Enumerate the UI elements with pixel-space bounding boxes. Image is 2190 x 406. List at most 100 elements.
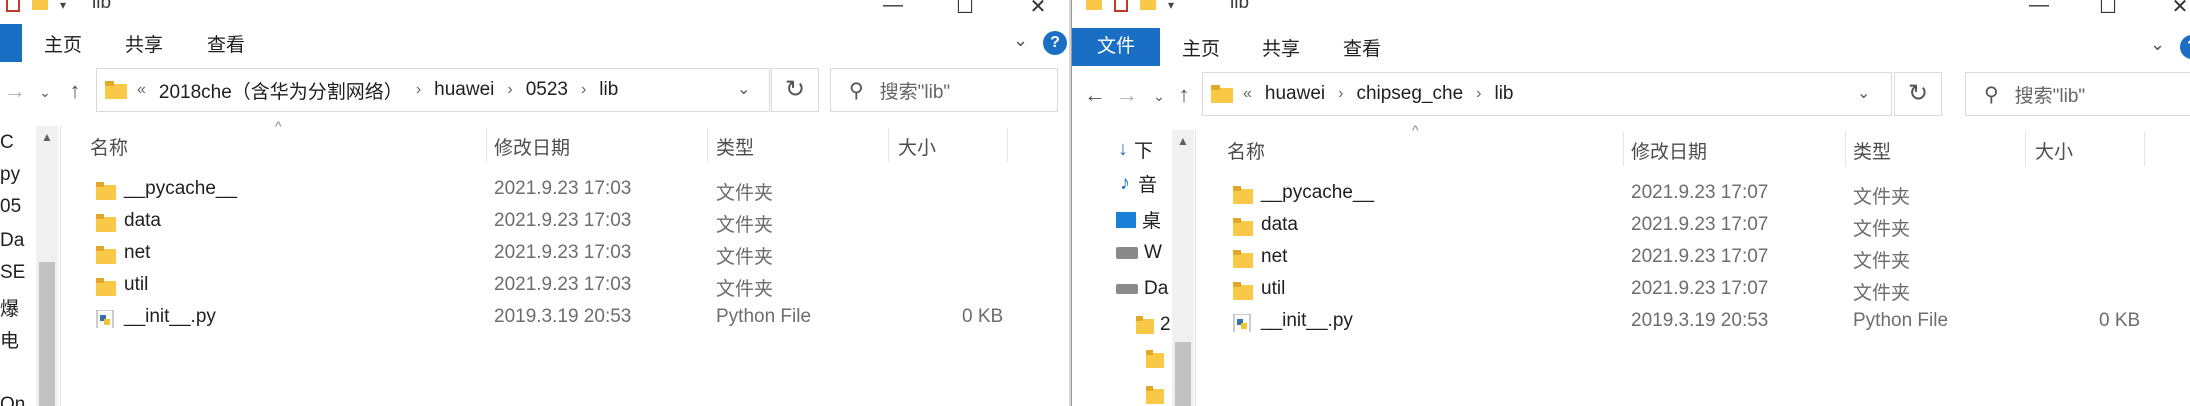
address-bar[interactable]: « huawei › chipseg_che › lib ⌄	[1202, 72, 1892, 116]
tab-share[interactable]: 共享	[125, 30, 163, 57]
column-separator[interactable]	[1623, 132, 1624, 166]
file-row[interactable]: net 2021.9.23 17:07 文件夹	[1197, 242, 2190, 274]
column-separator[interactable]	[888, 128, 889, 162]
breadcrumb-item[interactable]: huawei	[1265, 83, 1325, 105]
nav-item-music[interactable]: ♪ 音	[1120, 170, 1157, 197]
close-button[interactable]: ✕	[2165, 0, 2190, 19]
nav-item[interactable]: 爆	[0, 294, 19, 321]
maximize-button[interactable]: ☐	[2093, 0, 2123, 19]
nav-item[interactable]: On	[0, 394, 25, 406]
column-header-name[interactable]: 名称	[90, 133, 128, 160]
refresh-button[interactable]: ↻	[771, 68, 819, 112]
back-button[interactable]: ←	[1080, 82, 1110, 108]
nav-item[interactable]: C	[0, 132, 14, 154]
nav-item[interactable]: SE	[0, 262, 25, 284]
scrollbar-thumb[interactable]	[39, 262, 55, 406]
checkbox-icon[interactable]	[1114, 0, 1128, 12]
breadcrumb-separator-icon[interactable]: ›	[1476, 85, 1481, 103]
breadcrumb-separator-icon[interactable]: ›	[416, 81, 421, 99]
file-row[interactable]: util 2021.9.23 17:07 文件夹	[1197, 274, 2190, 306]
scrollbar-thumb[interactable]	[1175, 342, 1191, 406]
address-dropdown-icon[interactable]: ⌄	[737, 79, 750, 99]
nav-item-folder[interactable]	[1146, 350, 1164, 368]
column-separator[interactable]	[2144, 132, 2145, 166]
file-type: Python File	[1853, 310, 1949, 331]
refresh-button[interactable]: ↻	[1894, 72, 1942, 116]
column-header-date[interactable]: 修改日期	[494, 133, 570, 160]
recent-locations-icon[interactable]: ⌄	[30, 84, 60, 101]
quick-access-dropdown-icon[interactable]: ▾	[1168, 0, 1174, 12]
maximize-button[interactable]: ☐	[950, 0, 980, 19]
nav-scrollbar[interactable]: ▲	[36, 126, 58, 406]
column-header-size[interactable]: 大小	[898, 133, 936, 160]
breadcrumb-separator-icon[interactable]: ›	[581, 81, 586, 99]
breadcrumb-separator-icon[interactable]: ›	[507, 81, 512, 99]
file-row[interactable]: __init__.py 2019.3.19 20:53 Python File …	[62, 302, 1069, 334]
column-separator[interactable]	[707, 128, 708, 162]
ribbon-expand-icon[interactable]: ⌄	[2150, 34, 2165, 55]
forward-button[interactable]: →	[0, 78, 30, 104]
nav-item-folder[interactable]	[1146, 386, 1164, 404]
tab-home[interactable]: 主页	[1182, 34, 1220, 61]
tab-file[interactable]	[0, 24, 22, 62]
file-row[interactable]: __pycache__ 2021.9.23 17:07 文件夹	[1197, 178, 2190, 210]
breadcrumb-item[interactable]: huawei	[434, 79, 494, 101]
help-icon[interactable]: ?	[2180, 35, 2190, 59]
column-separator[interactable]	[2025, 132, 2026, 166]
nav-item-folder[interactable]: 2	[1136, 314, 1171, 336]
breadcrumb-item[interactable]: 2018che（含华为分割网络）	[159, 77, 403, 104]
breadcrumb-overflow[interactable]: «	[137, 81, 146, 99]
breadcrumb-overflow[interactable]: «	[1243, 85, 1252, 103]
column-separator[interactable]	[1007, 128, 1008, 162]
nav-scrollbar[interactable]: ▲	[1172, 130, 1194, 406]
file-row[interactable]: data 2021.9.23 17:03 文件夹	[62, 206, 1069, 238]
column-separator[interactable]	[1845, 132, 1846, 166]
up-button[interactable]: ↑	[60, 78, 90, 104]
file-row[interactable]: __pycache__ 2021.9.23 17:03 文件夹	[62, 174, 1069, 206]
column-header-name[interactable]: 名称	[1227, 137, 1265, 164]
quick-access-dropdown-icon[interactable]: ▾	[60, 0, 66, 12]
nav-item-downloads[interactable]: ↓ 下	[1118, 136, 1153, 163]
nav-item-drive-w[interactable]: W	[1116, 242, 1162, 264]
scroll-up-icon[interactable]: ▲	[36, 130, 58, 144]
column-header-type[interactable]: 类型	[716, 133, 754, 160]
tab-share[interactable]: 共享	[1262, 34, 1300, 61]
file-row[interactable]: util 2021.9.23 17:03 文件夹	[62, 270, 1069, 302]
column-header-type[interactable]: 类型	[1853, 137, 1891, 164]
address-dropdown-icon[interactable]: ⌄	[1857, 83, 1870, 103]
minimize-button[interactable]: —	[878, 0, 908, 17]
minimize-button[interactable]: —	[2024, 0, 2054, 17]
breadcrumb-item[interactable]: 0523	[526, 79, 568, 101]
search-box[interactable]: ⚲ 搜索"lib"	[830, 68, 1058, 112]
file-row[interactable]: net 2021.9.23 17:03 文件夹	[62, 238, 1069, 270]
scroll-up-icon[interactable]: ▲	[1172, 134, 1194, 148]
breadcrumb-item[interactable]: lib	[599, 79, 618, 101]
up-button[interactable]: ↑	[1169, 82, 1199, 108]
breadcrumb-separator-icon[interactable]: ›	[1338, 85, 1343, 103]
file-row[interactable]: __init__.py 2019.3.19 20:53 Python File …	[1197, 306, 2190, 338]
help-icon[interactable]: ?	[1043, 31, 1067, 55]
breadcrumb-item[interactable]: lib	[1494, 83, 1513, 105]
checkbox-icon[interactable]	[6, 0, 20, 12]
tab-view[interactable]: 查看	[207, 30, 245, 57]
search-box[interactable]: ⚲ 搜索"lib"	[1965, 72, 2190, 116]
nav-item-label: 下	[1134, 141, 1154, 162]
nav-item[interactable]: Da	[0, 230, 24, 252]
column-header-date[interactable]: 修改日期	[1631, 137, 1707, 164]
tab-view[interactable]: 查看	[1343, 34, 1381, 61]
close-button[interactable]: ✕	[1023, 0, 1053, 19]
ribbon-expand-icon[interactable]: ⌄	[1013, 30, 1028, 51]
tab-home[interactable]: 主页	[44, 30, 82, 57]
file-row[interactable]: data 2021.9.23 17:07 文件夹	[1197, 210, 2190, 242]
column-header-size[interactable]: 大小	[2035, 137, 2073, 164]
nav-item-drive-d[interactable]: Da	[1116, 278, 1168, 300]
nav-item[interactable]: py	[0, 164, 20, 186]
nav-item[interactable]: 电	[0, 326, 19, 353]
nav-item-desktop[interactable]: 桌	[1116, 206, 1161, 233]
tab-file[interactable]: 文件	[1072, 28, 1160, 66]
breadcrumb-item[interactable]: chipseg_che	[1356, 83, 1463, 105]
forward-button[interactable]: →	[1112, 82, 1142, 108]
address-bar[interactable]: « 2018che（含华为分割网络） › huawei › 0523 › lib…	[96, 68, 770, 112]
nav-item[interactable]: 05	[0, 196, 21, 218]
column-separator[interactable]	[486, 128, 487, 162]
